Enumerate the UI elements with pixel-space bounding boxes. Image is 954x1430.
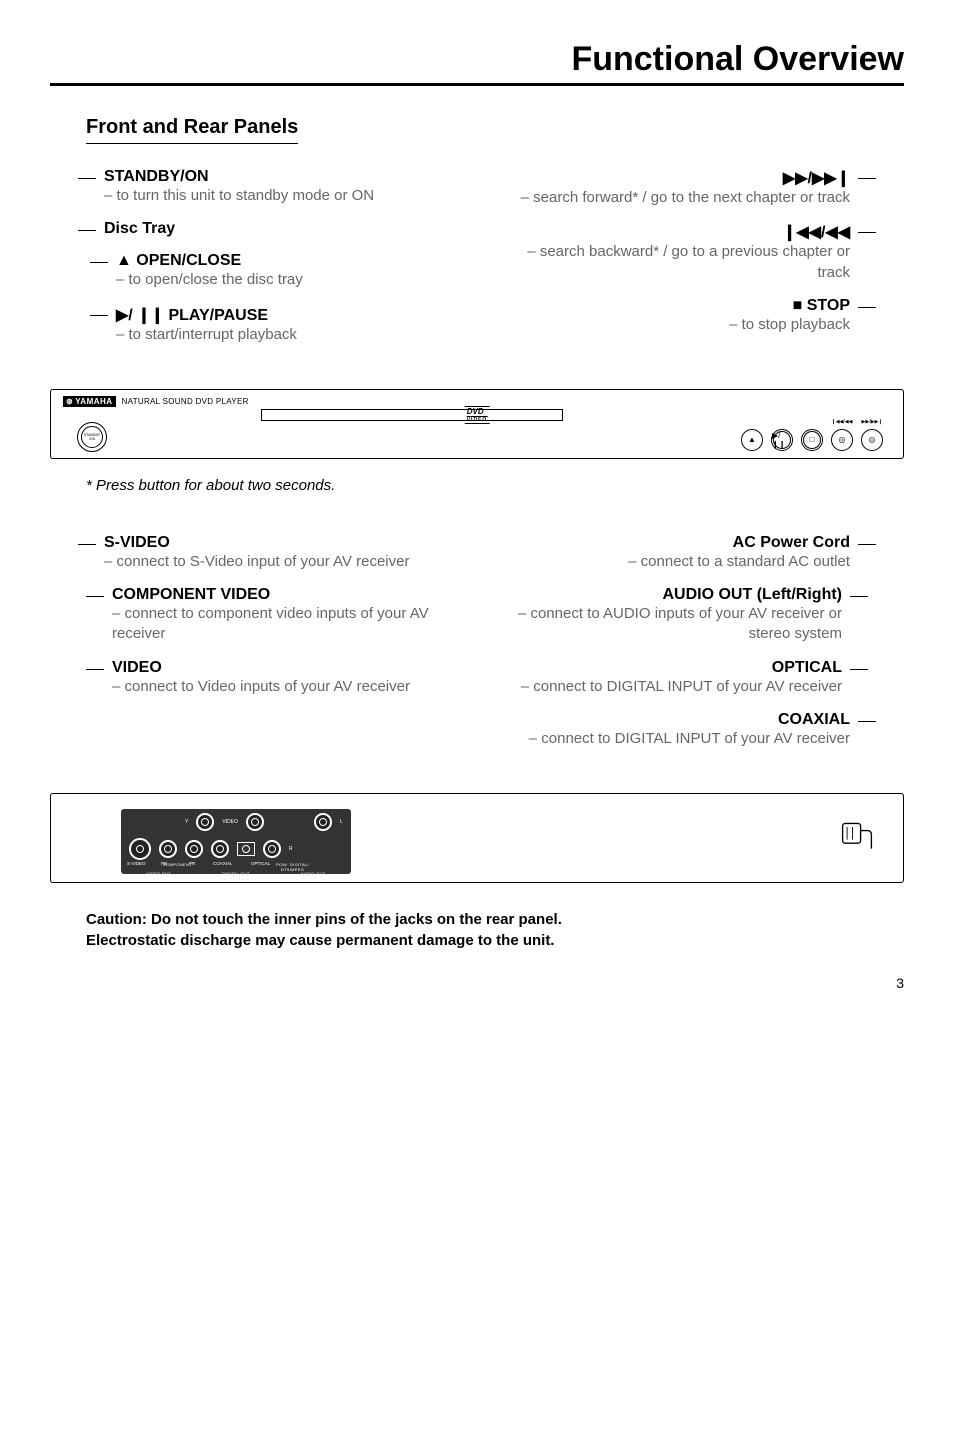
feature-head: COAXIAL [491, 711, 850, 729]
feature-desc: – connect to DIGITAL INPUT of your AV re… [491, 729, 850, 749]
jack-y-label: Y [185, 819, 188, 825]
jack-pb-icon [159, 840, 177, 858]
feature-audio-out: AUDIO OUT (Left/Right) – connect to AUDI… [487, 586, 846, 645]
feature-desc: – connect to a standard AC outlet [491, 552, 850, 572]
page-number: 3 [50, 975, 904, 991]
skip-fwd-button-icon: ◎ [861, 429, 883, 451]
feature-head: AUDIO OUT (Left/Right) [491, 586, 842, 604]
dvd-logo-text: DVD [467, 407, 484, 416]
skip-back-label: ❙◀◀/◀◀ [831, 419, 853, 425]
play-pause-button-icon: ▶/❙❙ [771, 429, 793, 451]
feature-head: Disc Tray [104, 220, 463, 238]
disc-tray-slot [261, 409, 563, 421]
caution-line1: Caution: Do not touch the inner pins of … [86, 911, 562, 928]
stop-button-icon: □ [801, 429, 823, 451]
feature-desc: – connect to Video inputs of your AV rec… [112, 677, 463, 697]
jack-optical-icon [237, 842, 255, 856]
rear-audio-out-label: AUDIO OUT [301, 871, 326, 876]
feature-head: ❙◀◀/◀◀ [491, 222, 850, 242]
feature-head: COMPONENT VIDEO [112, 586, 463, 604]
rear-jack-panel: Y VIDEO L R S-VIDEO [121, 809, 351, 874]
feature-ac-power-cord: AC Power Cord – connect to a standard AC… [487, 534, 854, 572]
feature-desc: – search backward* / go to a previous ch… [491, 242, 850, 283]
skip-back-button-icon: ◎ [831, 429, 853, 451]
yamaha-logo: YAMAHA [63, 396, 116, 407]
feature-head: ▶▶/▶▶❙ [491, 168, 850, 188]
dvd-logo-sub: VIDEO [467, 416, 488, 423]
caution-note: Caution: Do not touch the inner pins of … [86, 909, 904, 951]
feature-search-forward: ▶▶/▶▶❙ – search forward* / go to the nex… [487, 168, 854, 208]
feature-video: VIDEO – connect to Video inputs of your … [108, 659, 467, 697]
feature-play-pause: ▶/ ❙❙ PLAY/PAUSE – to start/interrupt pl… [112, 305, 467, 345]
feature-desc: – to open/close the disc tray [116, 270, 463, 290]
jack-y-icon [196, 813, 214, 831]
feature-desc: – search forward* / go to the next chapt… [491, 188, 850, 208]
rear-video-out-label: VIDEO OUT [146, 871, 171, 876]
standby-button-icon [77, 422, 107, 452]
rear-digital-out-label: DIGITAL OUT [222, 871, 250, 876]
jack-svideo-icon [129, 838, 151, 860]
jack-coaxial-icon [211, 840, 229, 858]
feature-head: AC Power Cord [491, 534, 850, 552]
brand-tagline: NATURAL SOUND DVD PLAYER [122, 397, 249, 406]
feature-head: S-VIDEO [104, 534, 463, 552]
feature-standby-on: STANDBY/ON – to turn this unit to standb… [100, 168, 467, 206]
feature-head: ■ STOP [491, 297, 850, 315]
feature-coaxial: COAXIAL – connect to DIGITAL INPUT of yo… [487, 711, 854, 749]
front-transport-buttons: ▲ ▶/❙❙ □ ❙◀◀/◀◀ ◎ ▶▶/▶▶❙ ◎ [741, 429, 883, 451]
feature-open-close: ▲ OPEN/CLOSE – to open/close the disc tr… [112, 252, 467, 290]
feature-desc: – to turn this unit to standby mode or O… [104, 186, 463, 206]
rear-panel-callouts: S-VIDEO – connect to S-Video input of yo… [50, 534, 904, 883]
feature-head: ▲ OPEN/CLOSE [116, 252, 463, 270]
dvd-logo: DVD VIDEO [465, 406, 490, 424]
open-close-button-icon: ▲ [741, 429, 763, 451]
front-panel-callouts: STANDBY/ON – to turn this unit to standb… [50, 168, 904, 459]
device-front-diagram: YAMAHA NATURAL SOUND DVD PLAYER DVD VIDE… [50, 389, 904, 459]
brand-row: YAMAHA NATURAL SOUND DVD PLAYER [63, 396, 249, 407]
feature-desc: – connect to S-Video input of your AV re… [104, 552, 463, 572]
feature-head: ▶/ ❙❙ PLAY/PAUSE [116, 305, 463, 325]
feature-desc: – connect to component video inputs of y… [112, 604, 463, 645]
feature-optical: OPTICAL – connect to DIGITAL INPUT of yo… [487, 659, 846, 697]
jack-l-label: L [340, 819, 343, 825]
jack-video-icon [246, 813, 264, 831]
feature-s-video: S-VIDEO – connect to S-Video input of yo… [100, 534, 467, 572]
skip-fwd-label: ▶▶/▶▶❙ [861, 419, 883, 425]
feature-desc: – to start/interrupt playback [116, 325, 463, 345]
page-title: Functional Overview [50, 40, 904, 86]
feature-disc-tray: Disc Tray [100, 220, 467, 238]
jack-audio-r-icon [263, 840, 281, 858]
feature-stop: ■ STOP – to stop playback [487, 297, 854, 335]
press-two-seconds-footnote: * Press button for about two seconds. [86, 477, 904, 494]
feature-head: OPTICAL [491, 659, 842, 677]
caution-line2: Electrostatic discharge may cause perman… [86, 932, 554, 949]
feature-head: VIDEO [112, 659, 463, 677]
jack-r-label: R [289, 846, 293, 852]
feature-desc: – connect to AUDIO inputs of your AV rec… [491, 604, 842, 645]
feature-desc: – connect to DIGITAL INPUT of your AV re… [491, 677, 842, 697]
jack-audio-l-icon [314, 813, 332, 831]
feature-desc: – to stop playback [491, 315, 850, 335]
device-rear-diagram: Y VIDEO L R S-VIDEO [50, 793, 904, 883]
feature-component-video: COMPONENT VIDEO – connect to component v… [108, 586, 467, 645]
feature-head: STANDBY/ON [104, 168, 463, 186]
section-title: Front and Rear Panels [86, 116, 298, 144]
feature-search-backward: ❙◀◀/◀◀ – search backward* / go to a prev… [487, 222, 854, 283]
jack-video-label: VIDEO [222, 819, 238, 825]
jack-pr-icon [185, 840, 203, 858]
power-cord-icon [839, 818, 875, 854]
